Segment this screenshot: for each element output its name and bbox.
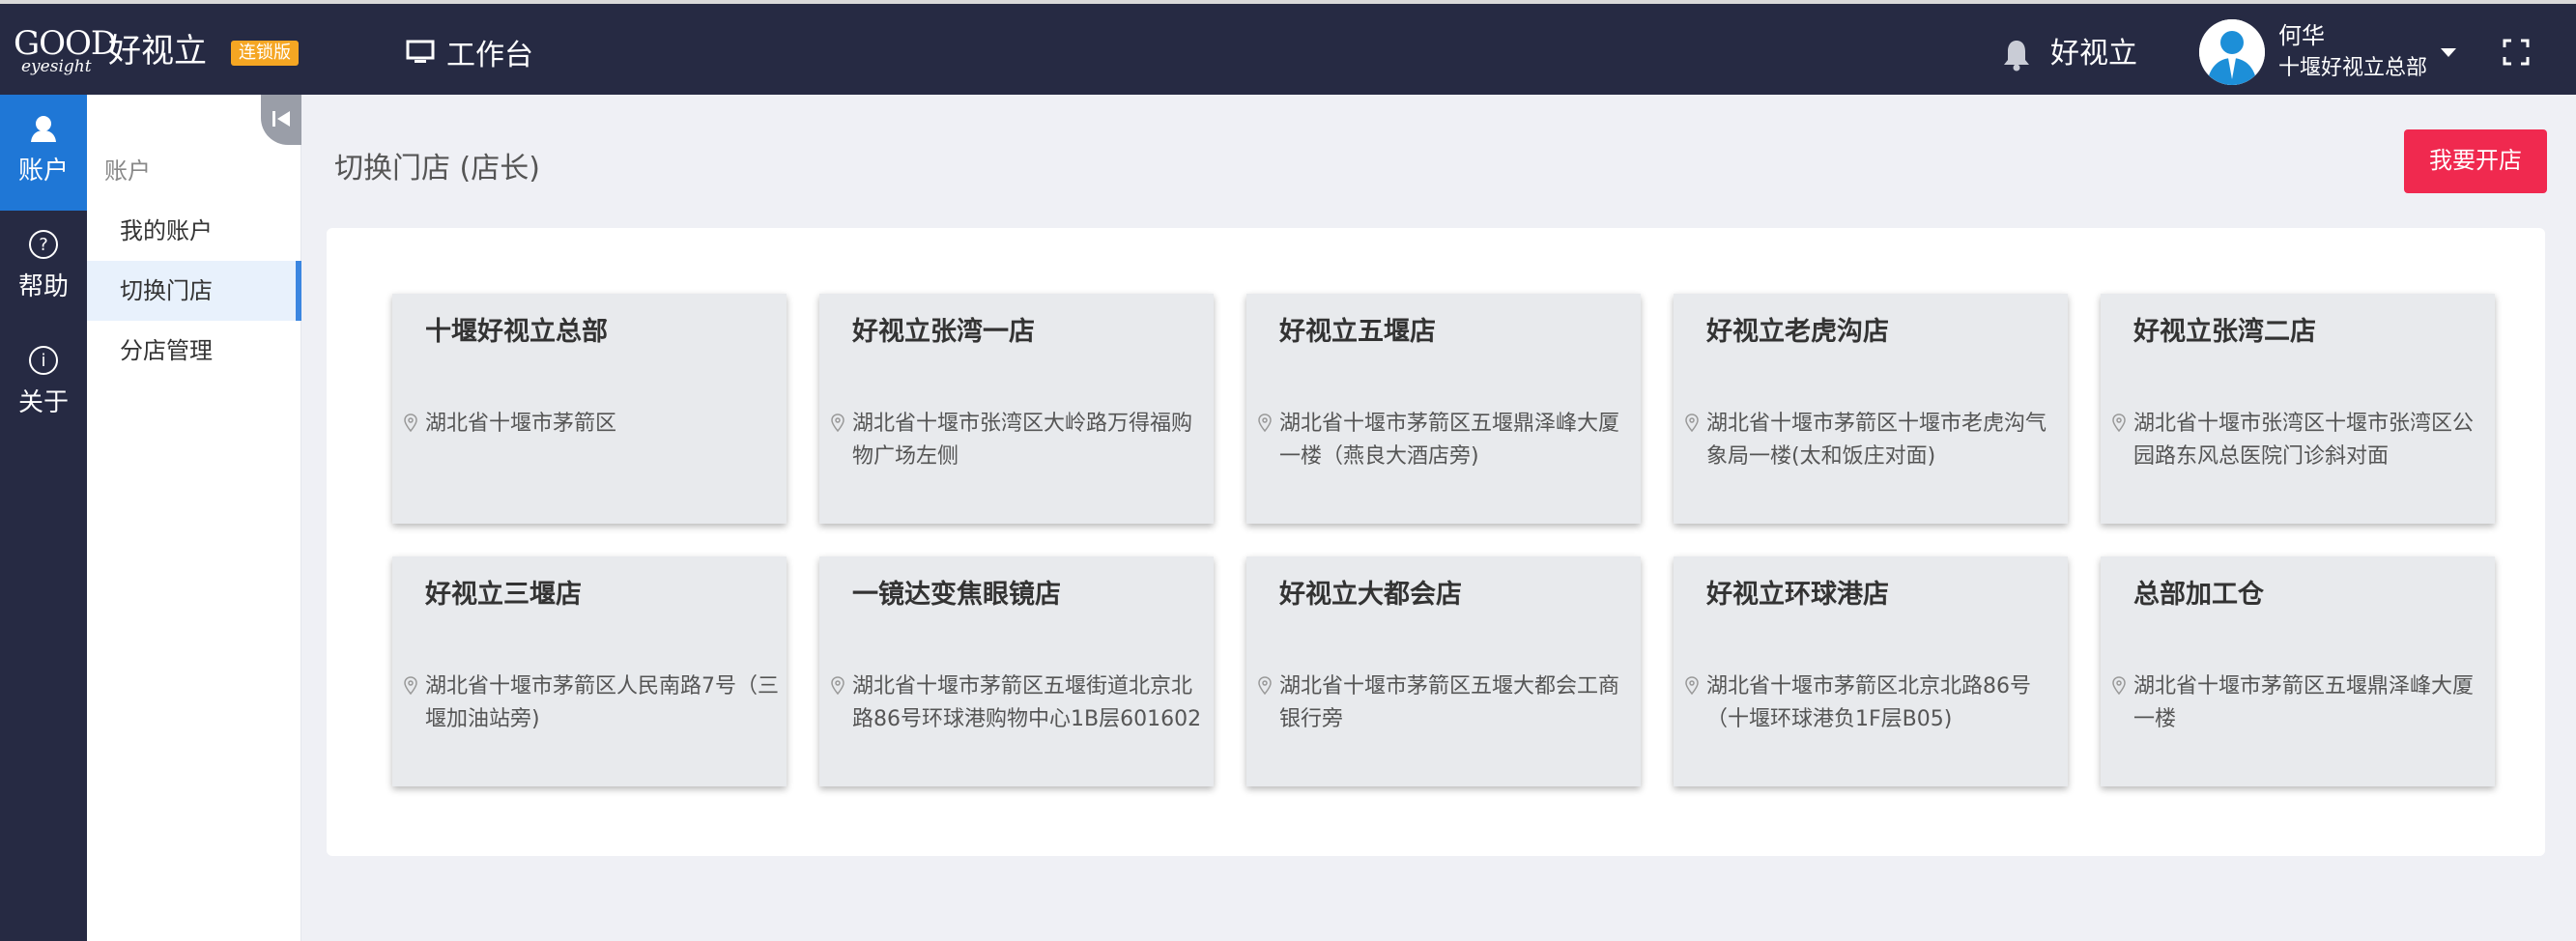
bell-icon[interactable]: [2002, 39, 2031, 71]
store-card[interactable]: 好视立张湾一店 湖北省十堰市张湾区大岭路万得福购物广场左侧: [819, 294, 1214, 524]
store-card[interactable]: 一镜达变焦眼镜店 湖北省十堰市茅箭区五堰街道北京北路86号环球港购物中心1B层6…: [819, 556, 1214, 786]
store-name: 好视立老虎沟店: [1706, 317, 1889, 347]
location-pin-icon: [1258, 676, 1272, 696]
store-card[interactable]: 好视立张湾二店 湖北省十堰市张湾区十堰市张湾区公园路东风总医院门诊斜对面: [2101, 294, 2495, 524]
rail-item-label: 关于: [17, 388, 69, 417]
fullscreen-icon[interactable]: [2503, 39, 2530, 66]
store-card[interactable]: 十堰好视立总部 湖北省十堰市茅箭区: [392, 294, 787, 524]
submenu-item-my-account[interactable]: 我的账户: [87, 201, 301, 261]
submenu-item-branch-management[interactable]: 分店管理: [87, 321, 301, 381]
store-address: 湖北省十堰市茅箭区五堰鼎泽峰大厦一楼: [2133, 674, 2475, 731]
store-name: 好视立大都会店: [1279, 580, 1462, 610]
rail-item-label: 账户: [17, 157, 69, 185]
location-pin-icon: [831, 413, 844, 433]
store-name: 十堰好视立总部: [425, 317, 608, 347]
notification-label[interactable]: 好视立: [2050, 35, 2137, 73]
rail-item-account[interactable]: 账户: [0, 95, 87, 211]
store-address: 湖北省十堰市张湾区十堰市张湾区公园路东风总医院门诊斜对面: [2133, 412, 2475, 469]
store-name: 好视立三堰店: [425, 580, 582, 610]
store-address: 湖北省十堰市茅箭区北京北路86号（十堰环球港负1F层B05): [1706, 674, 2031, 731]
store-address: 湖北省十堰市茅箭区五堰鼎泽峰大厦一楼（燕良大酒店旁): [1279, 412, 1620, 469]
store-card[interactable]: 好视立三堰店 湖北省十堰市茅箭区人民南路7号（三堰加油站旁): [392, 556, 787, 786]
submenu-title: 账户: [104, 157, 151, 185]
store-card[interactable]: 总部加工仓 湖北省十堰市茅箭区五堰鼎泽峰大厦一楼: [2101, 556, 2495, 786]
location-pin-icon: [1258, 413, 1272, 433]
collapse-icon: [272, 111, 290, 127]
top-bar: GOOD eyesight 好视立 连锁版 工作台 好视立 何华 十堰好视立总部: [0, 0, 2576, 95]
logo[interactable]: GOOD eyesight: [14, 25, 117, 76]
store-name: 总部加工仓: [2133, 580, 2264, 610]
user-icon: [31, 116, 56, 142]
user-avatar-icon: [2199, 19, 2265, 85]
location-pin-icon: [831, 676, 844, 696]
store-address: 湖北省十堰市茅箭区十堰市老虎沟气象局一楼(太和饭庄对面): [1706, 412, 2047, 469]
workbench-link[interactable]: 工作台: [406, 33, 533, 72]
store-name: 好视立五堰店: [1279, 317, 1436, 347]
page-title: 切换门店 (店长): [334, 152, 540, 185]
help-icon: ?: [29, 230, 58, 259]
location-pin-icon: [404, 413, 417, 433]
store-name: 好视立张湾二店: [2133, 317, 2316, 347]
store-name: 好视立环球港店: [1706, 580, 1889, 610]
location-pin-icon: [1685, 676, 1699, 696]
workbench-label: 工作台: [446, 39, 533, 72]
store-card[interactable]: 好视立环球港店 湖北省十堰市茅箭区北京北路86号（十堰环球港负1F层B05): [1674, 556, 2068, 786]
submenu-item-switch-store[interactable]: 切换门店: [87, 261, 301, 321]
rail-item-label: 帮助: [17, 272, 69, 301]
brand-name: 好视立: [108, 32, 207, 71]
icon-rail: 账户 ? 帮助 i 关于: [0, 95, 87, 941]
store-name: 好视立张湾一店: [852, 317, 1035, 347]
collapse-sidebar-button[interactable]: [261, 95, 301, 145]
svg-text:i: i: [41, 351, 45, 371]
user-org: 十堰好视立总部: [2278, 56, 2428, 80]
location-pin-icon: [2112, 676, 2126, 696]
svg-text:?: ?: [39, 235, 48, 255]
store-address: 湖北省十堰市茅箭区: [425, 412, 617, 436]
store-address: 湖北省十堰市茅箭区五堰大都会工商银行旁: [1279, 674, 1620, 731]
store-card[interactable]: 好视立老虎沟店 湖北省十堰市茅箭区十堰市老虎沟气象局一楼(太和饭庄对面): [1674, 294, 2068, 524]
avatar[interactable]: [2199, 19, 2265, 85]
location-pin-icon: [2112, 413, 2126, 433]
user-name: 何华: [2278, 22, 2325, 49]
store-address: 湖北省十堰市张湾区大岭路万得福购物广场左侧: [852, 412, 1193, 469]
store-card[interactable]: 好视立五堰店 湖北省十堰市茅箭区五堰鼎泽峰大厦一楼（燕良大酒店旁): [1246, 294, 1641, 524]
store-card[interactable]: 好视立大都会店 湖北省十堰市茅箭区五堰大都会工商银行旁: [1246, 556, 1641, 786]
rail-item-help[interactable]: ? 帮助: [0, 211, 87, 327]
location-pin-icon: [404, 676, 417, 696]
store-address: 湖北省十堰市茅箭区五堰街道北京北路86号环球港购物中心1B层601602: [852, 674, 1202, 731]
caret-down-icon[interactable]: [2441, 48, 2456, 57]
monitor-icon: [406, 40, 435, 63]
open-store-button[interactable]: 我要开店: [2404, 129, 2547, 193]
store-address: 湖北省十堰市茅箭区人民南路7号（三堰加油站旁): [425, 674, 779, 731]
stores-panel: 十堰好视立总部 湖北省十堰市茅箭区 好视立张湾一店 湖北省十堰市张湾区大岭路万得…: [327, 228, 2545, 856]
logo-subtext: eyesight: [21, 57, 92, 76]
info-icon: i: [29, 346, 58, 375]
edition-badge: 连锁版: [231, 41, 299, 66]
rail-item-about[interactable]: i 关于: [0, 327, 87, 442]
submenu: 账户 我的账户 切换门店 分店管理: [87, 95, 301, 941]
store-name: 一镜达变焦眼镜店: [852, 580, 1061, 610]
location-pin-icon: [1685, 413, 1699, 433]
